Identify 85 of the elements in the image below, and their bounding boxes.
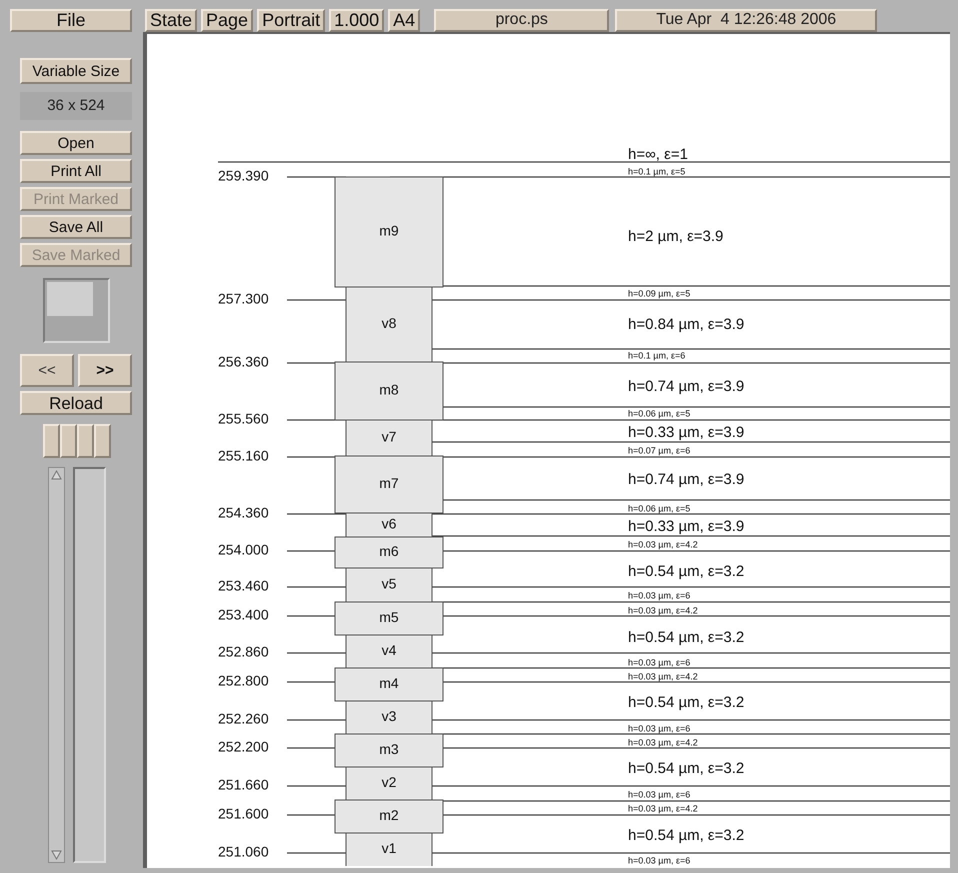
elevation-label: 251.660 bbox=[218, 776, 269, 793]
date-label: Tue Apr 4 12:26:48 2006 bbox=[615, 8, 878, 32]
layer-name: v5 bbox=[382, 576, 396, 592]
dielectric-label: h=0.07 µm, ε=6 bbox=[628, 445, 690, 456]
dielectric-label: h=0.54 µm, ε=3.2 bbox=[628, 760, 744, 777]
sidebar-button[interactable]: Save All bbox=[20, 215, 132, 239]
layer-name: m8 bbox=[379, 382, 399, 398]
mark-toggle[interactable] bbox=[77, 424, 94, 458]
elevation-label: 251.060 bbox=[218, 844, 269, 860]
mark-toggle[interactable] bbox=[94, 424, 111, 458]
size-mode-button[interactable]: Variable Size bbox=[20, 58, 132, 84]
previous-page-button[interactable]: << bbox=[20, 354, 74, 387]
layer-name: v6 bbox=[382, 516, 396, 532]
dielectric-label: h=0.03 µm, ε=6 bbox=[628, 657, 690, 668]
layer-name: v8 bbox=[382, 315, 396, 332]
sidebar-button[interactable]: Open bbox=[20, 131, 132, 155]
dielectric-label: h=2 µm, ε=3.9 bbox=[628, 228, 724, 245]
layer-name: m3 bbox=[379, 741, 399, 758]
toolbar-button[interactable]: State bbox=[145, 8, 198, 32]
layer-name: m6 bbox=[379, 543, 399, 560]
dielectric-label: h=∞, ε=1 bbox=[628, 146, 688, 163]
layer-name: v7 bbox=[382, 428, 396, 445]
layer-name: v4 bbox=[382, 642, 396, 658]
mark-toggle[interactable] bbox=[43, 424, 60, 458]
dielectric-label: h=0.03 µm, ε=4.2 bbox=[628, 803, 698, 814]
next-page-button[interactable]: >> bbox=[78, 354, 132, 387]
elevation-label: 256.360 bbox=[218, 354, 269, 370]
layer-name: m2 bbox=[379, 807, 399, 824]
layer-name: m9 bbox=[379, 222, 399, 239]
dielectric-label: h=0.33 µm, ε=3.9 bbox=[628, 424, 744, 441]
filename-label: proc.ps bbox=[434, 8, 610, 32]
page-list[interactable] bbox=[73, 467, 106, 863]
elevation-label: 255.560 bbox=[218, 410, 269, 427]
dielectric-label: h=0.84 µm, ε=3.9 bbox=[628, 316, 744, 333]
toolbar-button[interactable]: Portrait bbox=[257, 8, 326, 32]
layer-name: m5 bbox=[379, 609, 399, 626]
dielectric-label: h=0.03 µm, ε=4.2 bbox=[628, 539, 698, 550]
elevation-label: 252.800 bbox=[218, 672, 269, 689]
dielectric-label: h=0.33 µm, ε=3.9 bbox=[628, 518, 744, 535]
mark-toggle[interactable] bbox=[60, 424, 77, 458]
down-arrow-icon[interactable] bbox=[51, 850, 62, 860]
dielectric-label: h=0.06 µm, ε=5 bbox=[628, 408, 690, 418]
dielectric-label: h=0.1 µm, ε=6 bbox=[628, 350, 686, 360]
elevation-label: 254.000 bbox=[218, 542, 269, 558]
dimensions-label: 36 x 524 bbox=[20, 92, 132, 120]
layer-name: m4 bbox=[379, 675, 399, 692]
sidebar-button[interactable]: Print All bbox=[20, 159, 132, 183]
elevation-label: 255.160 bbox=[218, 448, 269, 464]
elevation-label: 254.360 bbox=[218, 504, 269, 521]
dielectric-label: h=0.54 µm, ε=3.2 bbox=[628, 826, 744, 844]
dielectric-label: h=0.54 µm, ε=3.2 bbox=[628, 562, 744, 580]
layer-name: v2 bbox=[382, 774, 396, 790]
dielectric-label: h=0.06 µm, ε=5 bbox=[628, 503, 690, 514]
up-arrow-icon[interactable] bbox=[51, 470, 62, 480]
dielectric-label: h=0.03 µm, ε=6 bbox=[628, 789, 690, 800]
dielectric-label: h=0.03 µm, ε=4.2 bbox=[628, 737, 698, 748]
dielectric-label: h=0.74 µm, ε=3.9 bbox=[628, 378, 744, 395]
elevation-label: 251.600 bbox=[218, 806, 269, 822]
reload-button[interactable]: Reload bbox=[20, 391, 132, 415]
elevation-label: 252.860 bbox=[218, 644, 269, 660]
layer-name: m7 bbox=[379, 475, 399, 492]
scrollbar[interactable] bbox=[48, 467, 65, 863]
dielectric-label: h=0.74 µm, ε=3.9 bbox=[628, 470, 744, 488]
dielectric-label: h=0.03 µm, ε=4.2 bbox=[628, 671, 698, 682]
panner[interactable] bbox=[43, 278, 110, 343]
layer-name: v1 bbox=[382, 840, 396, 856]
elevation-label: 257.300 bbox=[218, 290, 269, 307]
dielectric-label: h=0.03 µm, ε=6 bbox=[628, 590, 690, 600]
toolbar-button[interactable]: A4 bbox=[388, 8, 420, 32]
elevation-label: 252.260 bbox=[218, 710, 269, 727]
elevation-label: 253.400 bbox=[218, 606, 269, 623]
dielectric-label: h=0.54 µm, ε=3.2 bbox=[628, 628, 744, 646]
layer-name: v3 bbox=[382, 708, 396, 724]
elevation-label: 253.460 bbox=[218, 578, 269, 594]
elevation-label: 259.390 bbox=[218, 168, 269, 184]
toolbar-button[interactable]: Page bbox=[201, 8, 254, 32]
dielectric-label: h=0.03 µm, ε=4.2 bbox=[628, 605, 698, 616]
file-menu[interactable]: File bbox=[10, 8, 132, 32]
dielectric-label: h=0.03 µm, ε=6 bbox=[628, 855, 690, 866]
dielectric-label: h=0.03 µm, ε=6 bbox=[628, 723, 690, 734]
dielectric-label: h=0.1 µm, ε=5 bbox=[628, 166, 686, 176]
dielectric-label: h=0.09 µm, ε=5 bbox=[628, 288, 690, 298]
elevation-label: 252.200 bbox=[218, 738, 269, 755]
toolbar-button[interactable]: 1.000 bbox=[329, 8, 384, 32]
dielectric-label: h=0.54 µm, ε=3.2 bbox=[628, 694, 744, 711]
